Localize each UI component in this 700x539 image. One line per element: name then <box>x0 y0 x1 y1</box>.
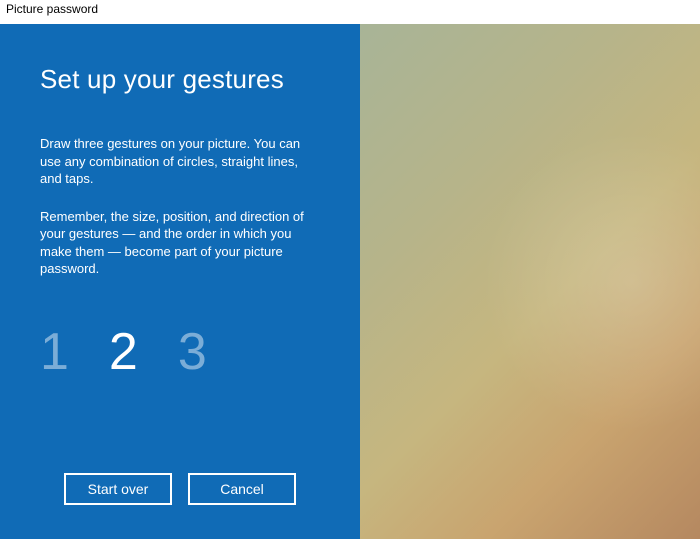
picture-password-window: Picture password Set up your gestures Dr… <box>0 0 700 539</box>
window-title: Picture password <box>0 0 700 24</box>
page-heading: Set up your gestures <box>40 64 332 95</box>
gesture-picture-area[interactable] <box>360 24 700 539</box>
instruction-text-2: Remember, the size, position, and direct… <box>40 208 320 278</box>
cancel-button[interactable]: Cancel <box>188 473 296 505</box>
step-2: 2 <box>109 326 138 378</box>
instruction-text-1: Draw three gestures on your picture. You… <box>40 135 320 188</box>
start-over-button[interactable]: Start over <box>64 473 172 505</box>
instruction-panel: Set up your gestures Draw three gestures… <box>0 24 360 539</box>
gesture-step-indicator: 1 2 3 <box>40 326 332 378</box>
step-3: 3 <box>178 326 207 378</box>
button-row: Start over Cancel <box>0 473 360 505</box>
step-1: 1 <box>40 326 69 378</box>
content-area: Set up your gestures Draw three gestures… <box>0 24 700 539</box>
